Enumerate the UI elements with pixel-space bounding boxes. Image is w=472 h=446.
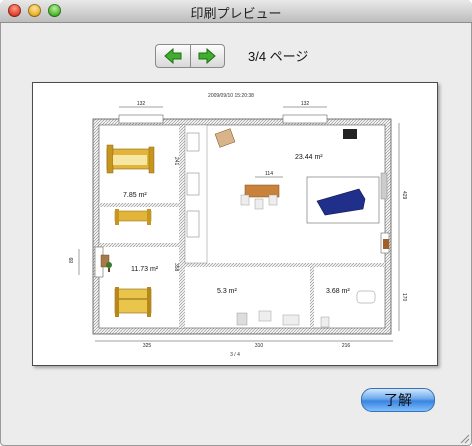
dim-bottom-1: 325	[143, 343, 152, 349]
tv-icon	[343, 129, 357, 139]
dim-table: 114	[265, 171, 273, 177]
dim-top-left: 132	[137, 101, 146, 107]
arrow-right-icon	[198, 48, 216, 64]
dim-bottom-2: 310	[255, 343, 264, 349]
ok-button[interactable]: 了解	[361, 388, 435, 412]
window-title: 印刷プレビュー	[190, 6, 282, 21]
next-page-button[interactable]	[190, 45, 224, 67]
dim-top-right: 132	[301, 101, 310, 107]
bathtub-icon	[356, 290, 376, 304]
door-living	[383, 239, 389, 249]
dim-left-1: 89	[69, 257, 75, 263]
wall-left-column	[179, 125, 185, 328]
room-area-2: 11.73 m²	[131, 266, 159, 273]
room-area-1: 7.85 m²	[123, 192, 147, 199]
appliance-icon	[236, 312, 248, 326]
previous-page-button[interactable]	[156, 45, 191, 67]
dim-right-1: 429	[401, 191, 407, 200]
print-timestamp: 2009/09/10 15:20:38	[208, 93, 254, 99]
wall-left-split-top	[99, 203, 179, 207]
print-page-preview: 2009/09/10 15:20:38 132 132 325 310 216 …	[32, 82, 438, 366]
page-indicator: 3/4 ページ	[248, 49, 309, 64]
wall-bottom-row	[185, 263, 385, 267]
closet-3	[186, 210, 200, 238]
wall-left-split-bottom	[99, 243, 179, 247]
dim-left-3: 241	[173, 157, 179, 166]
page-number: 3 / 4	[230, 352, 240, 358]
room-area-5: 3.68 m²	[326, 288, 350, 295]
page-navigation	[155, 44, 225, 68]
closet-2	[186, 172, 200, 196]
toilet-icon	[320, 316, 330, 328]
bed-double-icon	[106, 144, 155, 174]
resize-grip-icon[interactable]	[458, 432, 470, 444]
arrow-left-icon	[164, 48, 182, 64]
window-top-left	[118, 114, 164, 124]
room-area-4: 5.3 m²	[217, 288, 238, 295]
dim-left-2: 358	[173, 263, 179, 272]
dim-right-2: 170	[401, 293, 407, 302]
closet-1	[186, 132, 200, 152]
bunk-bed-icon	[114, 287, 152, 317]
room-area-3: 23.44 m²	[295, 154, 323, 161]
wall-bathroom	[310, 267, 314, 328]
title-bar: 印刷プレビュー	[0, 0, 472, 23]
floor-plan: 2009/09/10 15:20:38 132 132 325 310 216 …	[69, 93, 407, 358]
sink-icon	[258, 310, 272, 322]
print-preview-window: 印刷プレビュー 3/4 ページ 2009/09/10 15:20:38 132 …	[0, 0, 472, 446]
window-top-right	[282, 114, 328, 124]
dim-bottom-3: 216	[342, 343, 351, 349]
cabinet-icon	[282, 314, 300, 326]
shelf-icon	[380, 172, 388, 200]
